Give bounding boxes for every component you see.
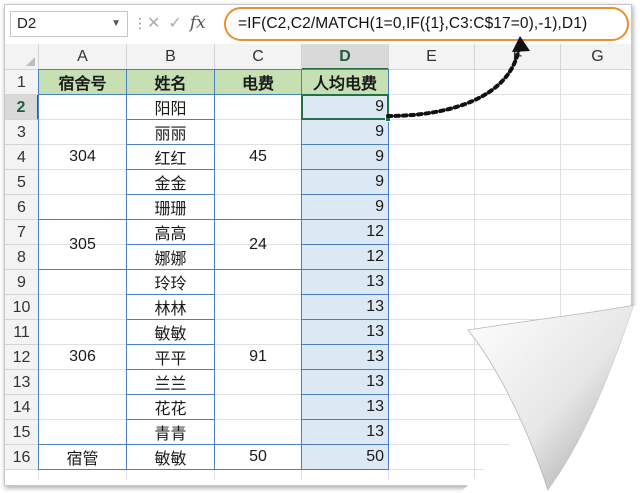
row-header-3[interactable]: 3	[5, 120, 39, 145]
name-cell[interactable]: 珊珊	[126, 194, 215, 220]
name-cell[interactable]: 高高	[126, 219, 215, 245]
name-cell[interactable]: 娜娜	[126, 244, 215, 270]
column-header-a[interactable]: A	[39, 44, 127, 70]
per-person-cell[interactable]: 13	[301, 319, 389, 345]
name-cell[interactable]: 丽丽	[126, 119, 215, 145]
row-header-5[interactable]: 5	[5, 170, 39, 195]
name-cell[interactable]: 红红	[126, 144, 215, 170]
fee-cell[interactable]: 45	[214, 94, 302, 220]
chevron-down-icon[interactable]: ▼	[111, 12, 121, 36]
row-header-2[interactable]: 2	[5, 95, 39, 120]
per-person-cell[interactable]: 9	[301, 194, 389, 220]
row-header-8[interactable]: 8	[5, 245, 39, 270]
formula-controls: ✕ ✓ fx	[147, 10, 206, 36]
active-cell-selection	[301, 94, 389, 120]
header-cell-fee[interactable]: 电费	[214, 69, 302, 95]
fee-cell[interactable]: 50	[214, 444, 302, 470]
per-person-cell[interactable]: 13	[301, 394, 389, 420]
fee-cell[interactable]: 24	[214, 219, 302, 270]
spreadsheet-window: D2 ▼ ⋮ ✕ ✓ fx =IF(C2,C2/MATCH(1=0,IF({1}…	[4, 4, 632, 486]
select-all-corner[interactable]	[5, 44, 39, 70]
per-person-cell[interactable]: 12	[301, 244, 389, 270]
name-cell[interactable]: 敏敏	[126, 319, 215, 345]
room-cell[interactable]: 304	[38, 94, 127, 220]
room-cell[interactable]: 305	[38, 219, 127, 270]
row-header-6[interactable]: 6	[5, 195, 39, 220]
close-icon[interactable]: ✕	[147, 13, 160, 33]
row-header-12[interactable]: 12	[5, 345, 39, 370]
row-header-13[interactable]: 13	[5, 370, 39, 395]
name-cell[interactable]: 阳阳	[126, 94, 215, 120]
row-header-16[interactable]: 16	[5, 445, 39, 470]
per-person-cell[interactable]: 50	[301, 444, 389, 470]
column-header-c[interactable]: C	[215, 44, 302, 70]
name-box-value: D2	[17, 15, 37, 32]
row-header-14[interactable]: 14	[5, 395, 39, 420]
name-box[interactable]: D2 ▼	[10, 11, 128, 37]
per-person-cell[interactable]: 9	[301, 119, 389, 145]
row-header-10[interactable]: 10	[5, 295, 39, 320]
name-cell[interactable]: 玲玲	[126, 269, 215, 295]
per-person-cell[interactable]: 13	[301, 269, 389, 295]
name-cell[interactable]: 敏敏	[126, 444, 215, 470]
row-header-15[interactable]: 15	[5, 420, 39, 445]
header-cell-name[interactable]: 姓名	[126, 69, 215, 95]
row-header-1[interactable]: 1	[5, 70, 39, 95]
room-cell[interactable]: 宿管	[38, 444, 127, 470]
room-cell[interactable]: 306	[38, 269, 127, 445]
name-cell[interactable]: 兰兰	[126, 369, 215, 395]
per-person-cell[interactable]: 13	[301, 369, 389, 395]
name-cell[interactable]: 平平	[126, 344, 215, 370]
column-header-f[interactable]: F	[475, 44, 561, 70]
per-person-cell[interactable]: 9	[301, 169, 389, 195]
per-person-cell[interactable]: 12	[301, 219, 389, 245]
column-header-d[interactable]: D	[302, 44, 389, 70]
vertical-dots-icon[interactable]: ⋮	[133, 13, 147, 33]
fx-icon[interactable]: fx	[190, 13, 206, 33]
column-header-b[interactable]: B	[127, 44, 215, 70]
per-person-cell[interactable]: 13	[301, 344, 389, 370]
per-person-cell[interactable]: 13	[301, 419, 389, 445]
per-person-cell[interactable]: 9	[301, 144, 389, 170]
fill-handle[interactable]	[385, 116, 391, 122]
column-header-g[interactable]: G	[561, 44, 631, 70]
formula-input[interactable]: =IF(C2,C2/MATCH(1=0,IF({1},C3:C$17=0),-1…	[224, 7, 629, 41]
row-header-7[interactable]: 7	[5, 220, 39, 245]
check-icon[interactable]: ✓	[168, 13, 181, 33]
row-header-11[interactable]: 11	[5, 320, 39, 345]
header-cell-per-person[interactable]: 人均电费	[301, 69, 389, 95]
row-header-4[interactable]: 4	[5, 145, 39, 170]
row-header-9[interactable]: 9	[5, 270, 39, 295]
formula-bar: D2 ▼ ⋮ ✕ ✓ fx =IF(C2,C2/MATCH(1=0,IF({1}…	[5, 5, 631, 41]
name-cell[interactable]: 林林	[126, 294, 215, 320]
name-cell[interactable]: 花花	[126, 394, 215, 420]
name-cell[interactable]: 青青	[126, 419, 215, 445]
per-person-cell[interactable]: 13	[301, 294, 389, 320]
column-header-e[interactable]: E	[389, 44, 475, 70]
fee-cell[interactable]: 91	[214, 269, 302, 445]
name-cell[interactable]: 金金	[126, 169, 215, 195]
header-cell-room[interactable]: 宿舍号	[38, 69, 127, 95]
